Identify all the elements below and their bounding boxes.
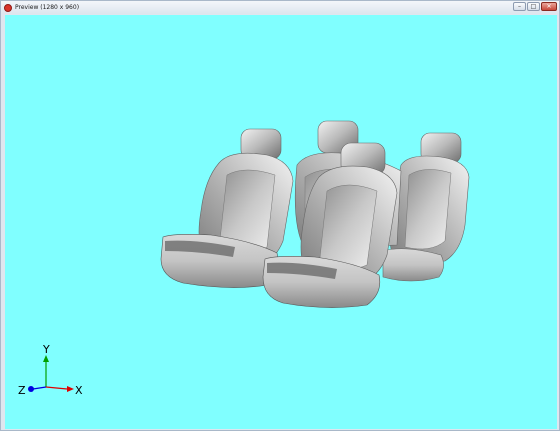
x-axis-arrow-icon <box>67 386 74 392</box>
maximize-button[interactable]: □ <box>527 2 540 11</box>
car-seats-model <box>160 120 470 308</box>
minimize-button[interactable]: – <box>513 2 526 11</box>
scene-canvas: Y X Z <box>18 120 470 397</box>
z-axis-arrow-icon <box>28 386 34 392</box>
3d-viewport[interactable]: Y X Z <box>5 15 557 429</box>
axis-gizmo: Y X Z <box>18 343 83 397</box>
title-bar[interactable]: Preview (1280 x 960) – □ ✕ <box>1 1 559 14</box>
z-axis-label: Z <box>18 384 26 397</box>
close-button[interactable]: ✕ <box>541 2 557 11</box>
app-icon <box>4 3 12 12</box>
window-title: Preview (1280 x 960) <box>15 4 80 11</box>
preview-window: Preview (1280 x 960) – □ ✕ Y X Z <box>0 0 560 431</box>
y-axis-label: Y <box>42 343 50 356</box>
window-controls: – □ ✕ <box>513 2 557 11</box>
z-axis-line <box>32 386 47 390</box>
x-axis-label: X <box>75 384 83 397</box>
y-axis-arrow-icon <box>43 355 49 362</box>
x-axis-line <box>45 386 68 390</box>
